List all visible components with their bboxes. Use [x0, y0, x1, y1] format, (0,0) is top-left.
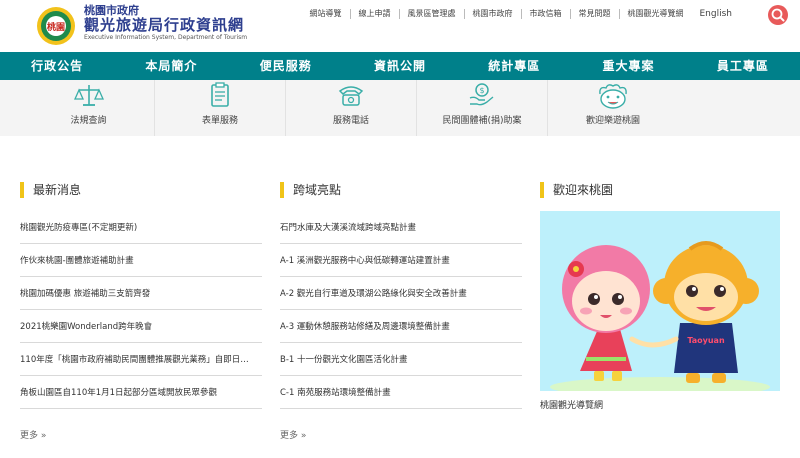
service-forms[interactable]: 表單服務 — [154, 80, 285, 136]
mascot-illustration: Taoyuan — [550, 241, 770, 391]
nav-major-projects[interactable]: 重大專案 — [571, 52, 685, 80]
news-item[interactable]: 桃園加碼優惠 旅遊補助三支箭齊發 — [20, 277, 262, 310]
site-header: 桃園 桃園市政府 觀光旅遊局行政資訊網 Executive Informatio… — [0, 0, 800, 52]
news-item-text: 桃園觀光防疫專區(不定期更新) — [20, 223, 138, 233]
logo-subtitle: Executive Information System, Department… — [84, 34, 248, 41]
svg-text:$: $ — [479, 86, 484, 95]
highlight-item[interactable]: A-2 觀光自行車道及環湖公路綠化與安全改善計畫 — [280, 277, 522, 310]
double-chevron-right-icon: » — [40, 431, 47, 441]
news-item[interactable]: 110年度「桃園市政府補助民間團體推展觀光業務」自即日… — [20, 343, 262, 376]
toplink-faq[interactable]: 常見問題 — [569, 9, 619, 19]
more-label: 更多 — [20, 431, 39, 441]
service-subsidy[interactable]: $ 民間團體補(捐)助案 — [416, 80, 547, 136]
site-logo[interactable]: 桃園市政府 觀光旅遊局行政資訊網 Executive Information S… — [84, 5, 247, 42]
highlight-item[interactable]: C-1 南苑服務站環境整備計畫 — [280, 376, 522, 409]
toplink-sitemap[interactable]: 網站導覽 — [302, 9, 350, 19]
highlight-item-text: A-1 溪洲觀光服務中心與低碳轉運站建置計畫 — [280, 256, 450, 266]
news-item[interactable]: 2021桃樂園Wonderland跨年晚會 — [20, 310, 262, 343]
form-icon — [211, 82, 229, 107]
news-item-text: 桃園加碼優惠 旅遊補助三支箭齊發 — [20, 289, 151, 299]
scales-icon — [73, 85, 104, 106]
nav-public-services[interactable]: 便民服務 — [229, 52, 343, 80]
highlight-item-text: B-1 十一份觀光文化園區活化計畫 — [280, 355, 408, 365]
logo-title: 觀光旅遊局行政資訊網 — [84, 16, 245, 34]
news-item[interactable]: 桃園觀光防疫專區(不定期更新) — [20, 211, 262, 244]
search-icon — [771, 8, 785, 22]
more-label: 更多 — [280, 431, 299, 441]
search-button[interactable] — [768, 5, 788, 25]
toplink-english[interactable]: English — [692, 9, 741, 19]
service-label: 歡迎樂遊桃園 — [585, 116, 640, 126]
highlight-item-text: C-1 南苑服務站環境整備計畫 — [280, 388, 391, 398]
double-chevron-right-icon: » — [300, 431, 307, 441]
highlight-item-text: A-3 運動休憩服務站修繕及周邊環境整備計畫 — [280, 322, 450, 332]
service-label: 法規查詢 — [70, 116, 107, 126]
nav-staff[interactable]: 員工專區 — [686, 52, 800, 80]
service-phone[interactable]: 服務電話 — [285, 80, 416, 136]
highlight-item-text: 石門水庫及大漢溪流域跨域亮點計畫 — [280, 223, 417, 233]
highlights-title: 跨域亮點 — [293, 183, 342, 197]
nav-about[interactable]: 本局簡介 — [114, 52, 228, 80]
highlight-item[interactable]: 石門水庫及大漢溪流域跨域亮點計畫 — [280, 211, 522, 244]
highlights-more-link[interactable]: 更多 » — [280, 428, 306, 441]
city-emblem-icon[interactable]: 桃園 — [36, 6, 76, 46]
phone-icon — [338, 86, 364, 106]
news-item-text: 角板山園區自110年1月1日起部分區域開放民眾參觀 — [20, 388, 218, 398]
welcome-caption[interactable]: 桃園觀光導覽網 — [540, 398, 603, 411]
service-label: 民間團體補(捐)助案 — [442, 116, 522, 126]
toplink-travel-guide[interactable]: 桃園觀光導覽網 — [618, 9, 692, 19]
welcome-heading: 歡迎來桃園 — [540, 181, 613, 198]
highlights-list: 石門水庫及大漢溪流域跨域亮點計畫 A-1 溪洲觀光服務中心與低碳轉運站建置計畫 … — [280, 211, 522, 409]
mascot-face-icon — [599, 84, 627, 109]
main-nav: 行政公告 本局簡介 便民服務 資訊公開 統計專區 重大專案 員工專區 — [0, 52, 800, 80]
jersey-text: Taoyuan — [687, 336, 725, 345]
news-heading: 最新消息 — [20, 181, 81, 198]
logo-badge-text: 桃園 — [47, 21, 65, 33]
donation-icon: $ — [469, 83, 494, 106]
top-links: 網站導覽 線上申請 風景區管理處 桃園市政府 市政信箱 常見問題 桃園觀光導覽網… — [302, 9, 741, 19]
welcome-title: 歡迎來桃園 — [553, 183, 614, 197]
toplink-scenic-office[interactable]: 風景區管理處 — [398, 9, 464, 19]
service-label: 表單服務 — [201, 116, 238, 126]
highlights-heading: 跨域亮點 — [280, 181, 341, 198]
news-title: 最新消息 — [33, 183, 82, 197]
monkey-mascot: Taoyuan — [653, 241, 759, 383]
highlight-item-text: A-2 觀光自行車道及環湖公路綠化與安全改善計畫 — [280, 289, 467, 299]
heading-accent-bar — [20, 181, 24, 198]
news-list: 桃園觀光防疫專區(不定期更新) 作伙來桃園-團體旅遊補助計畫 桃園加碼優惠 旅遊… — [20, 211, 262, 409]
news-item-text: 作伙來桃園-團體旅遊補助計畫 — [20, 256, 134, 266]
service-regulations[interactable]: 法規查詢 — [23, 80, 154, 136]
service-label: 服務電話 — [332, 116, 369, 126]
nav-info-disclosure[interactable]: 資訊公開 — [343, 52, 457, 80]
news-more-link[interactable]: 更多 » — [20, 428, 46, 441]
mascot-banner-image[interactable]: Taoyuan — [540, 211, 780, 391]
news-item-text: 2021桃樂園Wonderland跨年晚會 — [20, 322, 153, 332]
heading-accent-bar — [540, 181, 544, 198]
toplink-online-apply[interactable]: 線上申請 — [349, 9, 399, 19]
highlight-item[interactable]: B-1 十一份觀光文化園區活化計畫 — [280, 343, 522, 376]
news-item[interactable]: 角板山園區自110年1月1日起部分區域開放民眾參觀 — [20, 376, 262, 409]
nav-statistics[interactable]: 統計專區 — [457, 52, 571, 80]
highlight-item[interactable]: A-1 溪洲觀光服務中心與低碳轉運站建置計畫 — [280, 244, 522, 277]
girl-mascot — [562, 245, 650, 381]
nav-admin-announcements[interactable]: 行政公告 — [0, 52, 114, 80]
news-item-text: 110年度「桃園市政府補助民間團體推展觀光業務」自即日… — [20, 355, 249, 365]
quick-services: 法規查詢 表單服務 服務電話 $ 民間團體補(捐)助案 歡迎樂遊桃園 — [0, 80, 800, 136]
heading-accent-bar — [280, 181, 284, 198]
highlight-item[interactable]: A-3 運動休憩服務站修繕及周邊環境整備計畫 — [280, 310, 522, 343]
toplink-mayor-mailbox[interactable]: 市政信箱 — [520, 9, 570, 19]
service-welcome[interactable]: 歡迎樂遊桃園 — [547, 80, 678, 136]
news-item[interactable]: 作伙來桃園-團體旅遊補助計畫 — [20, 244, 262, 277]
toplink-city-gov[interactable]: 桃園市政府 — [463, 9, 521, 19]
